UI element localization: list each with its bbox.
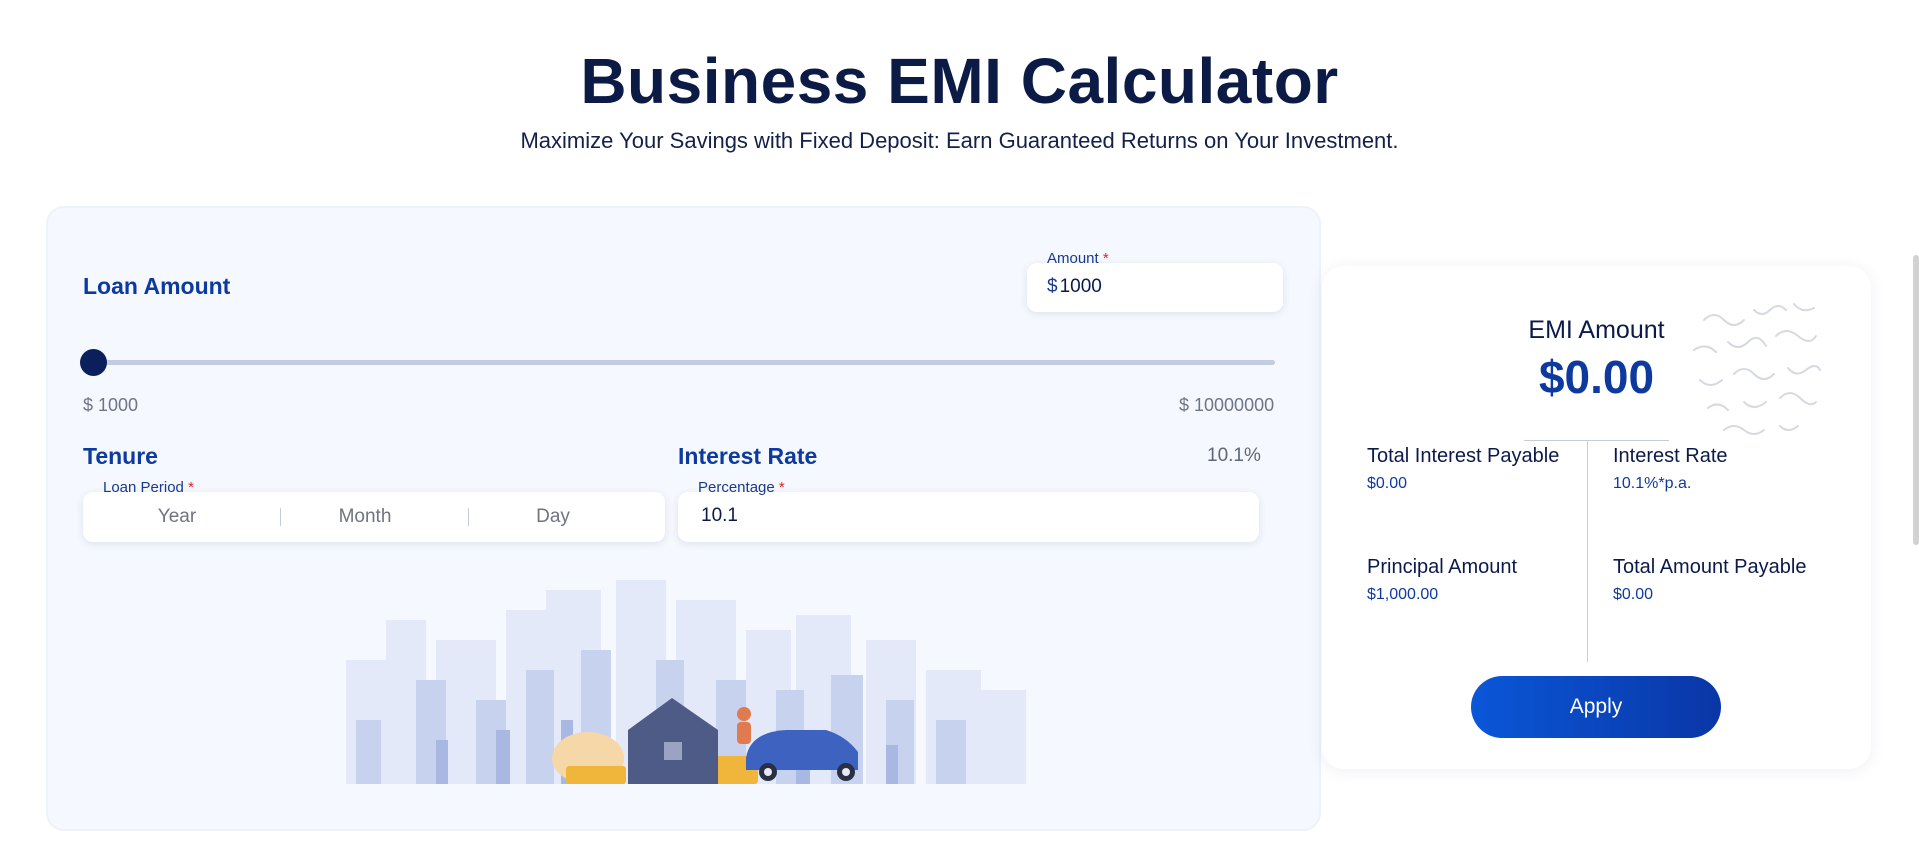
city-illustration (346, 580, 1026, 784)
principal-amount-label: Principal Amount (1367, 556, 1518, 578)
tenure-label: Tenure (83, 443, 158, 469)
percentage-legend: Percentage * (698, 479, 785, 496)
tenure-month-input[interactable]: Month (271, 492, 459, 542)
amount-field-value: $1000 (1047, 276, 1102, 297)
page: Business EMI Calculator Maximize Your Sa… (0, 0, 1919, 866)
interest-rate-result-value: 10.1%*p.a. (1613, 475, 1692, 492)
loan-period-field[interactable]: Loan Period * Year Month Day (83, 479, 665, 542)
currency-symbol: $ (1047, 276, 1058, 297)
total-amount-payable-label: Total Amount Payable (1613, 556, 1807, 578)
page-subtitle: Maximize Your Savings with Fixed Deposit… (520, 128, 1399, 153)
amount-field[interactable]: Amount * $1000 (1027, 250, 1283, 312)
emi-amount-label: EMI Amount (1528, 316, 1665, 344)
interest-rate-label: Interest Rate (678, 443, 818, 469)
percentage-value: 10.1 (701, 505, 738, 526)
loan-amount-label: Loan Amount (83, 273, 231, 299)
interest-percentage-field[interactable]: Percentage * 10.1 (678, 479, 1259, 542)
page-scrollbar[interactable] (1913, 255, 1919, 545)
interest-rate-display: 10.1% (1207, 445, 1261, 466)
total-amount-payable-value: $0.00 (1613, 586, 1654, 603)
total-interest-label: Total Interest Payable (1367, 445, 1560, 467)
loan-amount-slider-handle[interactable] (80, 349, 107, 376)
slider-max-label: $ 10000000 (1179, 395, 1275, 415)
interest-rate-result-label: Interest Rate (1613, 445, 1728, 467)
tenure-year-input[interactable]: Year (83, 492, 271, 542)
emi-amount-value: $0.00 (1538, 351, 1655, 403)
principal-amount-value: $1,000.00 (1367, 586, 1439, 603)
amount-field-legend: Amount * (1047, 250, 1109, 267)
page-title: Business EMI Calculator (580, 45, 1339, 117)
result-divider-horizontal (1524, 440, 1669, 441)
apply-button[interactable]: Apply (1471, 676, 1721, 738)
result-divider-vertical (1587, 440, 1588, 662)
total-interest-value: $0.00 (1367, 475, 1408, 492)
loan-amount-slider-track[interactable] (92, 360, 1275, 365)
slider-min-label: $ 1000 (83, 395, 139, 415)
tenure-day-input[interactable]: Day (459, 492, 647, 542)
